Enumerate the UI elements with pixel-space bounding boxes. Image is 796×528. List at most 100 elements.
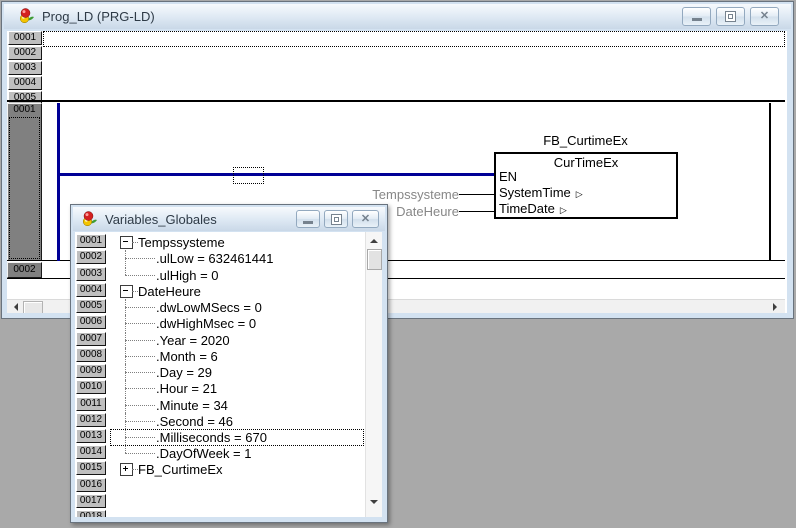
var-line-number[interactable]: 0006 xyxy=(76,315,106,329)
maximize-button[interactable] xyxy=(324,210,348,228)
pin-wire xyxy=(459,211,494,212)
tree-row[interactable]: .Minute = 34 xyxy=(107,397,365,413)
tree-item-label[interactable]: Tempssysteme xyxy=(138,235,225,250)
variables-tree-area: 0001 0002 0003 0004 0005 0006 0007 0008 … xyxy=(75,232,382,517)
decl-line-number[interactable]: 0004 xyxy=(8,76,42,90)
var-line-number[interactable]: 0009 xyxy=(76,364,106,378)
decl-line-number[interactable]: 0001 xyxy=(8,31,42,45)
minimize-button[interactable] xyxy=(296,210,320,228)
tree-row[interactable]: .DayOfWeek = 1 xyxy=(107,445,365,461)
tree-connector xyxy=(125,453,155,454)
tree-item-label[interactable]: .ulHigh = 0 xyxy=(156,268,219,283)
tree-connector xyxy=(125,258,155,259)
tree-item-label[interactable]: DateHeure xyxy=(138,284,201,299)
tree-connector xyxy=(125,307,155,308)
tree-connector xyxy=(125,405,155,406)
network-gutter-0001[interactable]: 0001 xyxy=(7,103,42,261)
var-line-number[interactable]: 0016 xyxy=(76,478,106,492)
tree-row[interactable]: Tempssysteme xyxy=(107,234,365,250)
tree-row[interactable]: .Month = 6 xyxy=(107,348,365,364)
tree-row[interactable]: DateHeure xyxy=(107,283,365,299)
scroll-left-icon[interactable] xyxy=(14,303,18,311)
vertical-scrollbar-thumb[interactable] xyxy=(367,249,382,270)
prog-ld-titlebar[interactable]: Prog_LD (PRG-LD) ✕ xyxy=(4,4,791,29)
inout-triangle-icon: ▷ xyxy=(560,205,567,215)
var-line-number[interactable]: 0004 xyxy=(76,283,106,297)
network-number: 0001 xyxy=(13,104,35,115)
tree-connector xyxy=(125,267,126,275)
variables-titlebar[interactable]: Variables_Globales ✕ xyxy=(73,207,385,231)
fb-instance-name[interactable]: FB_CurtimeEx xyxy=(494,133,677,148)
operand-tempssysteme[interactable]: Tempssysteme xyxy=(307,187,459,202)
var-line-number[interactable]: 0010 xyxy=(76,380,106,394)
network-gutter-0002[interactable]: 0002 xyxy=(7,262,42,278)
tree-connector xyxy=(125,421,155,422)
decl-line-number[interactable]: 0002 xyxy=(8,46,42,60)
minimize-button[interactable] xyxy=(682,7,711,26)
inout-triangle-icon: ▷ xyxy=(576,189,583,199)
network-focus-rect xyxy=(9,117,40,259)
rung-cursor-box[interactable] xyxy=(233,167,264,184)
var-line-number[interactable]: 0012 xyxy=(76,413,106,427)
var-line-number[interactable]: 0013 xyxy=(76,429,106,443)
variables-globales-window: Variables_Globales ✕ 0001 0002 0003 0004… xyxy=(70,204,388,523)
fb-pin-timedate[interactable]: TimeDate▷ xyxy=(499,201,567,216)
maximize-button[interactable] xyxy=(716,7,745,26)
tree-item-label[interactable]: .Month = 6 xyxy=(156,349,218,364)
tree-connector xyxy=(125,356,155,357)
tree-item-label[interactable]: .Day = 29 xyxy=(156,365,212,380)
fb-pin-systemtime[interactable]: SystemTime▷ xyxy=(499,185,583,200)
tree-item-label[interactable]: .DayOfWeek = 1 xyxy=(156,446,252,461)
scroll-up-icon[interactable] xyxy=(370,239,378,243)
tree-item-label[interactable]: .dwHighMsec = 0 xyxy=(156,316,256,331)
tree-connector xyxy=(125,388,155,389)
tree-item-label[interactable]: .Second = 46 xyxy=(156,414,233,429)
vertical-scrollbar[interactable] xyxy=(365,232,382,517)
var-line-number[interactable]: 0008 xyxy=(76,348,106,362)
scroll-right-icon[interactable] xyxy=(773,303,777,311)
window-title: Variables_Globales xyxy=(105,212,217,227)
var-line-number[interactable]: 0014 xyxy=(76,445,106,459)
tree-item-label[interactable]: .dwLowMSecs = 0 xyxy=(156,300,262,315)
tree-row[interactable]: .Second = 46 xyxy=(107,413,365,429)
tree-item-label[interactable]: .Year = 2020 xyxy=(156,333,230,348)
scroll-down-icon[interactable] xyxy=(370,500,378,504)
var-line-number[interactable]: 0003 xyxy=(76,267,106,281)
function-block-box[interactable]: CurTimeEx EN SystemTime▷ TimeDate▷ xyxy=(494,152,678,219)
tree-connector xyxy=(125,372,155,373)
tree-row[interactable]: .ulLow = 632461441 xyxy=(107,250,365,266)
tree-row[interactable]: .Year = 2020 xyxy=(107,332,365,348)
pou-icon xyxy=(81,211,98,228)
tree-connector xyxy=(125,323,155,324)
minimize-icon xyxy=(303,221,313,224)
minimize-icon xyxy=(692,18,702,21)
var-line-number[interactable]: 0017 xyxy=(76,494,106,508)
decl-line-number[interactable]: 0003 xyxy=(8,61,42,75)
tree-row[interactable]: .ulHigh = 0 xyxy=(107,267,365,283)
declaration-cursor[interactable] xyxy=(43,31,785,47)
tree-item-label[interactable]: .Minute = 34 xyxy=(156,398,228,413)
tree-row[interactable]: .dwHighMsec = 0 xyxy=(107,315,365,331)
fb-type-name: CurTimeEx xyxy=(496,155,676,170)
fb-pin-en[interactable]: EN xyxy=(499,169,517,184)
close-button[interactable]: ✕ xyxy=(352,210,379,228)
tree-item-label[interactable]: FB_CurtimeEx xyxy=(138,462,223,477)
var-line-number[interactable]: 0005 xyxy=(76,299,106,313)
tree-row[interactable]: .Hour = 21 xyxy=(107,380,365,396)
tree-item-label[interactable]: .ulLow = 632461441 xyxy=(156,251,273,266)
var-line-number[interactable]: 0015 xyxy=(76,461,106,475)
horizontal-scrollbar-thumb[interactable] xyxy=(23,301,43,313)
var-line-number[interactable]: 0018 xyxy=(76,510,106,517)
declaration-splitter[interactable] xyxy=(7,100,785,102)
tree-row[interactable]: FB_CurtimeEx xyxy=(107,461,365,477)
var-line-number[interactable]: 0002 xyxy=(76,250,106,264)
tree-item-label[interactable]: .Hour = 21 xyxy=(156,381,217,396)
var-line-number[interactable]: 0001 xyxy=(76,234,106,248)
pin-wire xyxy=(459,194,494,195)
tree-row[interactable]: .Day = 29 xyxy=(107,364,365,380)
close-button[interactable]: ✕ xyxy=(750,7,779,26)
close-icon: ✕ xyxy=(760,11,769,22)
tree-row[interactable]: .dwLowMSecs = 0 xyxy=(107,299,365,315)
var-line-number[interactable]: 0007 xyxy=(76,332,106,346)
var-line-number[interactable]: 0011 xyxy=(76,397,106,411)
